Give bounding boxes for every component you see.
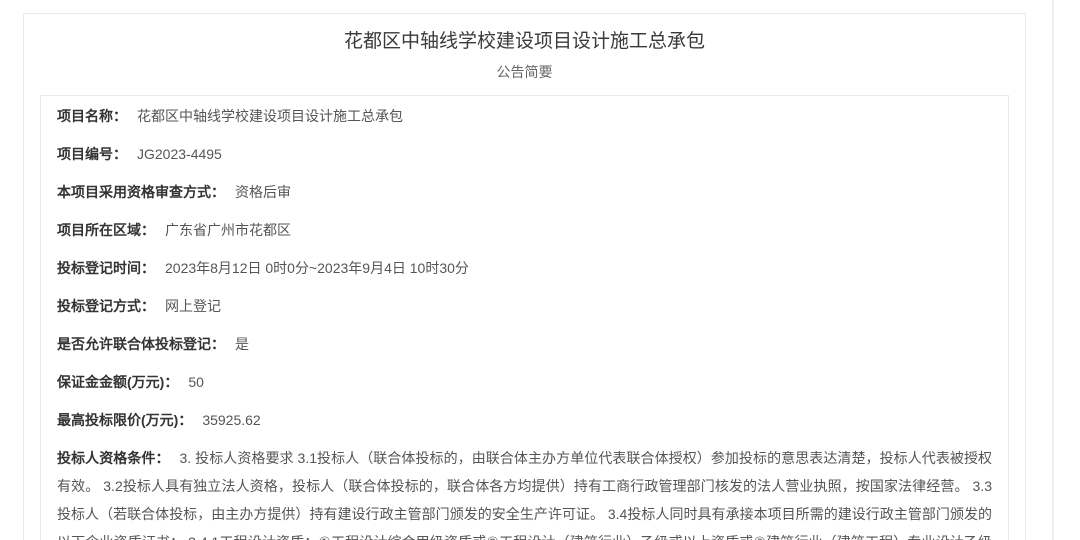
field-row-project-region: 项目所在区域： 广东省广州市花都区 bbox=[57, 216, 992, 244]
field-row-consortium-allowed: 是否允许联合体投标登记： 是 bbox=[57, 330, 992, 358]
field-label: 最高投标限价(万元)： bbox=[57, 412, 193, 428]
field-label: 本项目采用资格审查方式： bbox=[57, 184, 225, 200]
field-row-qualification-review-method: 本项目采用资格审查方式： 资格后审 bbox=[57, 178, 992, 206]
field-value: 2023年8月12日 0时0分~2023年9月4日 10时30分 bbox=[165, 260, 469, 276]
field-value: 资格后审 bbox=[235, 184, 291, 200]
field-row-max-bid-price: 最高投标限价(万元)： 35925.62 bbox=[57, 406, 992, 434]
field-row-deposit-amount: 保证金金额(万元)： 50 bbox=[57, 368, 992, 396]
field-label: 投标人资格条件： bbox=[57, 450, 170, 466]
announcement-page: 花都区中轴线学校建设项目设计施工总承包 公告简要 项目名称： 花都区中轴线学校建设… bbox=[0, 0, 1080, 540]
field-value: 3. 投标人资格要求 3.1投标人（联合体投标的，由联合体主办方单位代表联合体授… bbox=[57, 450, 993, 540]
field-label: 项目名称： bbox=[57, 108, 127, 124]
page-title: 花都区中轴线学校建设项目设计施工总承包 bbox=[343, 31, 705, 52]
field-label: 项目编号： bbox=[57, 146, 127, 162]
field-value: 花都区中轴线学校建设项目设计施工总承包 bbox=[137, 108, 403, 124]
field-label: 投标登记时间： bbox=[57, 260, 155, 276]
field-label: 投标登记方式： bbox=[57, 298, 155, 314]
field-row-project-number: 项目编号： JG2023-4495 bbox=[57, 140, 992, 168]
announcement-card: 花都区中轴线学校建设项目设计施工总承包 公告简要 项目名称： 花都区中轴线学校建设… bbox=[23, 13, 1026, 540]
field-value: 50 bbox=[188, 374, 204, 390]
field-value: JG2023-4495 bbox=[137, 146, 222, 162]
field-value: 是 bbox=[235, 336, 249, 352]
details-panel: 项目名称： 花都区中轴线学校建设项目设计施工总承包 项目编号： JG2023-449… bbox=[40, 95, 1009, 540]
field-row-project-name: 项目名称： 花都区中轴线学校建设项目设计施工总承包 bbox=[57, 102, 992, 130]
field-label: 是否允许联合体投标登记： bbox=[57, 336, 225, 352]
scrollbar[interactable] bbox=[1052, 0, 1054, 540]
page-subtitle: 公告简要 bbox=[496, 64, 553, 80]
field-row-registration-time: 投标登记时间： 2023年8月12日 0时0分~2023年9月4日 10时30分 bbox=[57, 254, 992, 282]
field-label: 项目所在区域： bbox=[57, 222, 155, 238]
field-value: 35925.62 bbox=[202, 412, 261, 428]
field-value: 网上登记 bbox=[165, 298, 221, 314]
field-label: 保证金金额(万元)： bbox=[57, 374, 179, 390]
field-row-bidder-qualification-conditions: 投标人资格条件： 3. 投标人资格要求 3.1投标人（联合体投标的，由联合体主办方… bbox=[57, 444, 992, 540]
field-row-registration-method: 投标登记方式： 网上登记 bbox=[57, 292, 992, 320]
field-value: 广东省广州市花都区 bbox=[165, 222, 291, 238]
